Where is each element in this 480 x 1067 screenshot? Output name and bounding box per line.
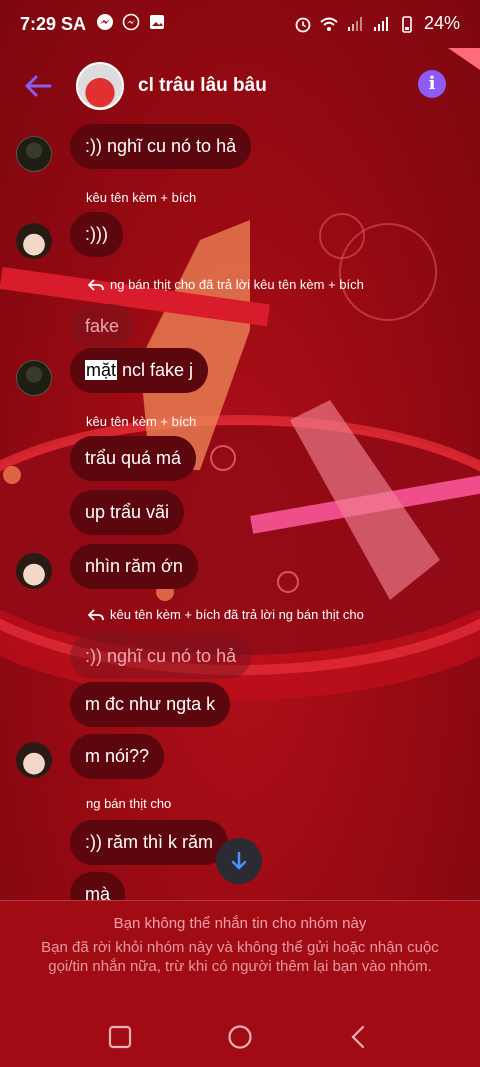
arrow-down-icon bbox=[231, 851, 247, 870]
alarm-icon bbox=[295, 17, 311, 32]
reply-note: ng bán thịt cho đã trả lời kêu tên kèm +… bbox=[88, 277, 364, 292]
home-icon[interactable] bbox=[227, 1024, 253, 1050]
avatar[interactable] bbox=[16, 553, 52, 589]
messenger-icon bbox=[122, 13, 140, 31]
info-icon[interactable]: i bbox=[418, 70, 446, 98]
avatar[interactable] bbox=[16, 742, 52, 778]
notice-title: Bạn không thể nhắn tin cho nhóm này bbox=[113, 915, 367, 932]
system-status-icons: 24% bbox=[294, 13, 460, 34]
group-avatar[interactable] bbox=[76, 62, 124, 110]
scroll-to-bottom-button[interactable] bbox=[216, 838, 262, 884]
group-name[interactable]: cl trâu lâu bâu bbox=[138, 75, 267, 97]
chat-header: cl trâu lâu bâu i bbox=[0, 48, 480, 124]
message-bubble[interactable]: m đc như ngta k bbox=[70, 682, 231, 727]
reply-note-text: kêu tên kèm + bích đã trả lời ng bán thị… bbox=[110, 607, 364, 622]
reply-arrow-icon bbox=[88, 608, 104, 621]
sender-name: ng bán thịt cho bbox=[86, 796, 172, 811]
avatar[interactable] bbox=[16, 223, 52, 259]
reply-note: kêu tên kèm + bích đã trả lời ng bán thị… bbox=[88, 607, 364, 622]
highlighted-word: mặt bbox=[85, 360, 118, 380]
message-bubble[interactable]: :)) nghĩ cu nó to hả bbox=[70, 124, 252, 169]
signal-icon bbox=[347, 16, 362, 31]
message-bubble[interactable]: trẩu quá má bbox=[70, 436, 197, 481]
clock: 7:29 SA bbox=[20, 14, 87, 34]
message-bubble[interactable]: m nói?? bbox=[70, 734, 165, 779]
message-bubble[interactable]: mặt ncl fake j bbox=[70, 348, 209, 393]
recent-apps-icon[interactable] bbox=[107, 1024, 133, 1050]
reply-note-text: ng bán thịt cho đã trả lời kêu tên kèm +… bbox=[110, 277, 364, 292]
avatar[interactable] bbox=[16, 136, 52, 172]
status-bar: 7:29 SA 24% bbox=[0, 0, 480, 48]
notification-icons bbox=[96, 13, 166, 31]
sender-name: kêu tên kèm + bích bbox=[86, 414, 197, 429]
message-bubble[interactable]: mà bbox=[70, 872, 126, 900]
quoted-message[interactable]: :)) nghĩ cu nó to hả bbox=[70, 634, 252, 679]
message-bubble[interactable]: nhìn răm ớn bbox=[70, 544, 198, 589]
sender-name: kêu tên kèm + bích bbox=[86, 190, 197, 205]
notice-description: Bạn đã rời khỏi nhóm này và không thể gử… bbox=[41, 939, 439, 975]
back-nav-icon[interactable] bbox=[347, 1024, 373, 1050]
battery-icon bbox=[402, 15, 412, 33]
cannot-message-notice: Bạn không thể nhắn tin cho nhóm này Bạn … bbox=[0, 900, 480, 1011]
gallery-icon bbox=[150, 15, 164, 29]
message-list[interactable]: :)) nghĩ cu nó to hả kêu tên kèm + bích … bbox=[0, 124, 480, 900]
chat-screen: 7:29 SA 24% cl trâu lâu bâu i :)) nghĩ c… bbox=[0, 0, 480, 1067]
message-bubble[interactable]: up trẩu vãi bbox=[70, 490, 185, 535]
avatar[interactable] bbox=[16, 360, 52, 396]
reply-arrow-icon bbox=[88, 278, 104, 291]
signal-icon bbox=[373, 16, 388, 31]
back-arrow-icon[interactable] bbox=[22, 70, 54, 102]
battery-level: 24% bbox=[423, 13, 460, 33]
wifi-icon bbox=[320, 17, 338, 31]
message-bubble[interactable]: :)) răm thì k răm bbox=[70, 820, 229, 865]
message-text: ncl fake j bbox=[117, 360, 194, 380]
system-navigation-bar bbox=[0, 1010, 480, 1067]
message-bubble[interactable]: :))) bbox=[70, 212, 123, 257]
quoted-message[interactable]: fake bbox=[70, 304, 135, 349]
messenger-icon bbox=[97, 14, 113, 30]
